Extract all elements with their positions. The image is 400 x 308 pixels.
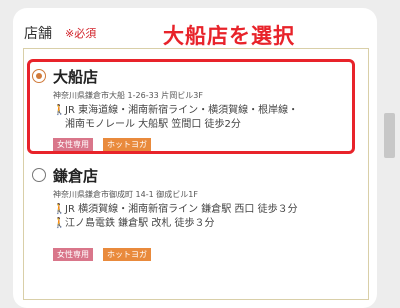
- store-address: 神奈川県鎌倉市御成町 14-1 御成ビル1F: [53, 190, 198, 199]
- store-access: 🚶JR 東海道線・湘南新宿ライン・横須賀線・根岸線・ 湘南モノレール 大船駅 笠…: [53, 104, 298, 132]
- store-radio-ofuna[interactable]: [32, 69, 46, 83]
- tag-hot-yoga: ホットヨガ: [103, 138, 151, 151]
- walking-person-icon: 🚶: [53, 204, 66, 215]
- tag-women-only: 女性専用: [53, 248, 93, 261]
- store-address: 神奈川県鎌倉市大船 1-26-33 片岡ビル3F: [53, 91, 203, 100]
- access-line: 江ノ島電鉄 鎌倉駅 改札 徒歩３分: [65, 218, 215, 229]
- store-name: 鎌倉店: [53, 167, 99, 185]
- store-access: 🚶JR 横須賀線・湘南新宿ライン 鎌倉駅 西口 徒歩３分 🚶江ノ島電鉄 鎌倉駅 …: [53, 203, 298, 231]
- scrollbar-thumb[interactable]: [384, 113, 395, 158]
- access-line: JR 横須賀線・湘南新宿ライン 鎌倉駅 西口 徒歩３分: [65, 204, 298, 215]
- store-section-label: 店舗: [24, 26, 52, 42]
- access-line: 湘南モノレール 大船駅 笠間口 徒歩2分: [65, 119, 241, 130]
- tag-women-only: 女性専用: [53, 138, 93, 151]
- walking-person-icon: 🚶: [53, 105, 66, 116]
- required-marker: ※必須: [65, 27, 97, 40]
- store-selection-card: 店舗 ※必須 大船店を選択: [13, 8, 377, 308]
- access-line: JR 東海道線・湘南新宿ライン・横須賀線・根岸線・: [65, 105, 299, 116]
- annotation-text: 大船店を選択: [163, 24, 295, 48]
- store-name: 大船店: [53, 68, 99, 86]
- walking-person-icon: 🚶: [53, 218, 66, 229]
- tag-hot-yoga: ホットヨガ: [103, 248, 151, 261]
- store-radio-kamakura[interactable]: [32, 168, 46, 182]
